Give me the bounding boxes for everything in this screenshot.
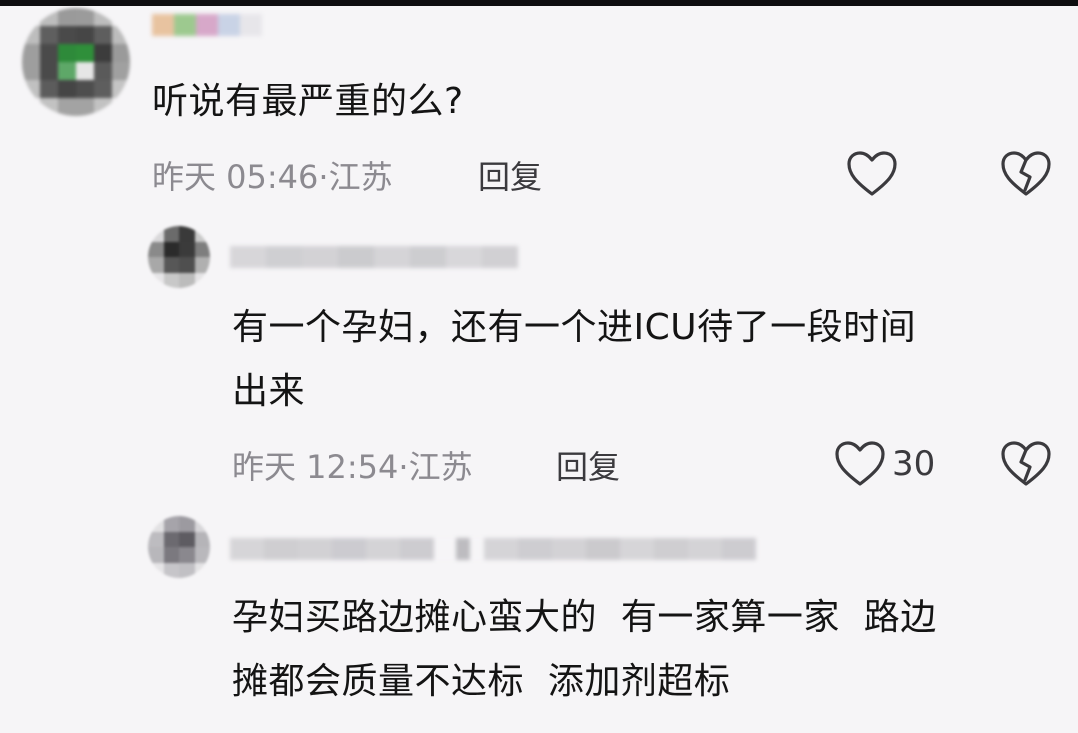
comment-text: 有一个孕妇，还有一个进ICU待了一段时间 出来 bbox=[232, 307, 917, 412]
avatar[interactable] bbox=[148, 226, 210, 288]
like-count: 30 bbox=[892, 444, 936, 484]
comment-location: 江苏 bbox=[408, 448, 473, 486]
comment-meta: 昨天 12:54·江苏 bbox=[232, 442, 473, 488]
comment-text: 听说有最严重的么? bbox=[152, 81, 464, 122]
username-redacted[interactable] bbox=[230, 538, 756, 560]
comment-time: 昨天 05:46· bbox=[152, 158, 329, 196]
username-redacted[interactable] bbox=[152, 14, 262, 36]
reply-button[interactable]: 回复 bbox=[478, 152, 542, 198]
avatar[interactable] bbox=[148, 516, 210, 578]
comment-time: 昨天 12:54· bbox=[232, 448, 409, 486]
top-edge bbox=[0, 0, 1078, 6]
comment-location: 江苏 bbox=[328, 158, 393, 196]
comment-meta: 昨天 05:46·江苏 bbox=[152, 152, 393, 198]
username-redacted[interactable] bbox=[230, 246, 518, 268]
broken-heart-icon[interactable] bbox=[1000, 440, 1052, 488]
broken-heart-icon[interactable] bbox=[1000, 150, 1052, 198]
heart-outline-icon[interactable] bbox=[846, 150, 898, 198]
reply-button[interactable]: 回复 bbox=[556, 442, 620, 488]
avatar[interactable] bbox=[22, 8, 130, 116]
comment-text: 孕妇买路边摊心蛮大的 有一家算一家 路边 摊都会质量不达标 添加剂超标 bbox=[232, 597, 937, 702]
heart-outline-icon[interactable] bbox=[834, 440, 886, 488]
